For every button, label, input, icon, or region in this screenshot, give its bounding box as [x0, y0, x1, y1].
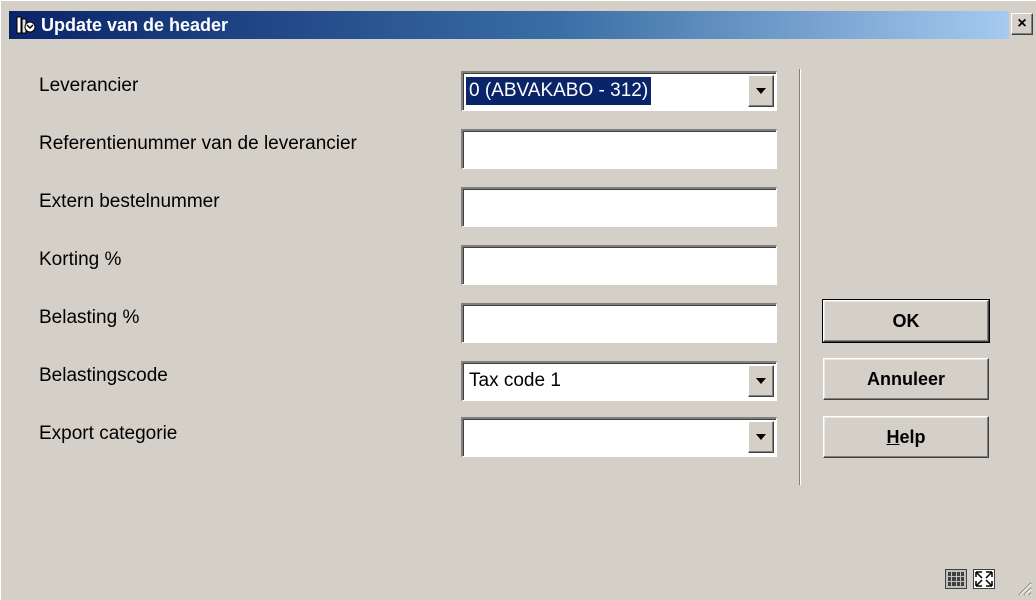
ok-button[interactable]: OK [822, 299, 990, 343]
help-button[interactable]: Help [823, 416, 989, 458]
label-leverancier: Leverancier [39, 75, 139, 96]
ok-button-label: OK [892, 310, 920, 331]
cancel-button[interactable]: Annuleer [823, 358, 989, 400]
leverancier-dropdown-button[interactable] [748, 75, 774, 107]
help-button-label: elp [899, 426, 926, 447]
expand-icon[interactable] [973, 569, 995, 589]
label-referentienummer: Referentienummer van de leverancier [39, 133, 357, 154]
label-export-categorie: Export categorie [39, 423, 178, 444]
label-extern-bestelnummer: Extern bestelnummer [39, 191, 220, 212]
chevron-down-icon [756, 378, 766, 384]
label-korting: Korting % [39, 249, 122, 270]
export-categorie-select[interactable] [461, 417, 777, 457]
cancel-button-label: Annuleer [866, 368, 945, 389]
export-categorie-value [466, 423, 472, 451]
resize-grip-icon[interactable] [1016, 580, 1032, 596]
chevron-down-icon [756, 434, 766, 440]
title-bar[interactable]: Update van de header [9, 11, 1009, 39]
leverancier-value: 0 (ABVAKABO - 312) [466, 77, 652, 105]
help-button-accesskey: H [886, 426, 900, 447]
library-app-icon [15, 14, 37, 36]
status-bar-icons [945, 569, 995, 589]
calculator-icon[interactable] [945, 569, 967, 589]
close-button[interactable]: × [1011, 13, 1033, 35]
label-belastingscode: Belastingscode [39, 365, 168, 386]
window-title: Update van de header [41, 14, 229, 35]
export-categorie-dropdown-button[interactable] [748, 421, 774, 453]
korting-input[interactable] [461, 245, 777, 285]
chevron-down-icon [756, 88, 766, 94]
belastingscode-dropdown-button[interactable] [748, 365, 774, 397]
belasting-input[interactable] [461, 303, 777, 343]
dialog-window: Update van de header × Leverancier Refer… [0, 0, 1036, 600]
belastingscode-value: Tax code 1 [469, 370, 561, 391]
extern-bestelnummer-input[interactable] [461, 187, 777, 227]
belastingscode-select[interactable]: Tax code 1 [461, 361, 777, 401]
referentienummer-input[interactable] [461, 129, 777, 169]
close-icon: × [1017, 15, 1027, 32]
vertical-divider [799, 69, 801, 485]
leverancier-select[interactable]: 0 (ABVAKABO - 312) [461, 71, 777, 111]
label-belasting: Belasting % [39, 307, 140, 328]
